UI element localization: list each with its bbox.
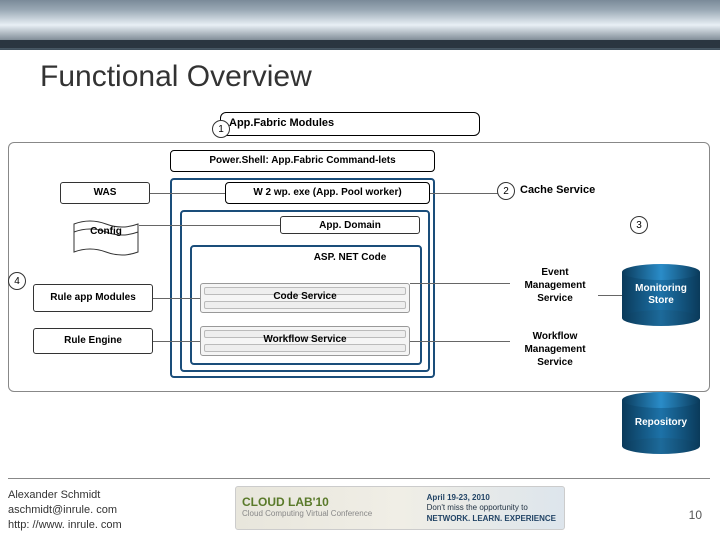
connector (153, 298, 200, 299)
w2wp-box: W 2 wp. exe (App. Pool worker) (225, 182, 430, 204)
was-box: WAS (60, 182, 150, 204)
monitoring-store-cylinder: Monitoring Store (622, 264, 700, 326)
event-mgmt-label: Event Management Service (512, 266, 598, 305)
header-dark-bar (0, 40, 720, 48)
code-service-label: Code Service (201, 291, 409, 302)
author-email: aschmidt@inrule. com (8, 503, 122, 518)
appfabric-modules-label: App.Fabric Modules (229, 117, 334, 129)
document-icon (73, 218, 139, 258)
powershell-box: Power.Shell: App.Fabric Command-lets (170, 150, 435, 172)
marker-2: 2 (497, 182, 515, 200)
workflow-mgmt-label: Workflow Management Service (512, 330, 598, 369)
appfabric-modules-box: App.Fabric Modules (220, 112, 480, 136)
page-number: 10 (689, 508, 702, 522)
workflow-service-box: Workflow Service (200, 326, 410, 356)
connector (598, 295, 622, 296)
author-name: Alexander Schmidt (8, 488, 122, 503)
workflow-service-label: Workflow Service (201, 334, 409, 345)
code-service-box: Code Service (200, 283, 410, 313)
connector (139, 225, 280, 226)
repository-label: Repository (622, 417, 700, 429)
marker-1: 1 (212, 120, 230, 138)
page-title: Functional Overview (40, 60, 312, 94)
banner-brand: CLOUD LAB'10 Cloud Computing Virtual Con… (242, 495, 372, 518)
monitoring-store-label: Monitoring Store (622, 283, 700, 307)
cache-service-label: Cache Service (520, 184, 620, 204)
connector (410, 283, 510, 284)
banner-info: April 19-23, 2010 Don't miss the opportu… (427, 493, 556, 524)
config-box: Config (73, 218, 139, 258)
connector (153, 341, 200, 342)
author-block: Alexander Schmidt aschmidt@inrule. com h… (8, 488, 122, 533)
conference-banner: CLOUD LAB'10 Cloud Computing Virtual Con… (235, 486, 565, 530)
marker-3: 3 (630, 216, 648, 234)
footer-divider (8, 478, 710, 479)
appdomain-label: App. Domain (280, 216, 420, 234)
rule-app-modules-box: Rule app Modules (33, 284, 153, 312)
aspnet-label: ASP. NET Code (280, 250, 420, 266)
rule-engine-box: Rule Engine (33, 328, 153, 354)
marker-4: 4 (8, 272, 26, 290)
author-url: http: //www. inrule. com (8, 518, 122, 533)
config-label: Config (90, 226, 122, 237)
connector (150, 193, 225, 194)
connector (410, 341, 510, 342)
repository-cylinder: Repository (622, 392, 700, 454)
